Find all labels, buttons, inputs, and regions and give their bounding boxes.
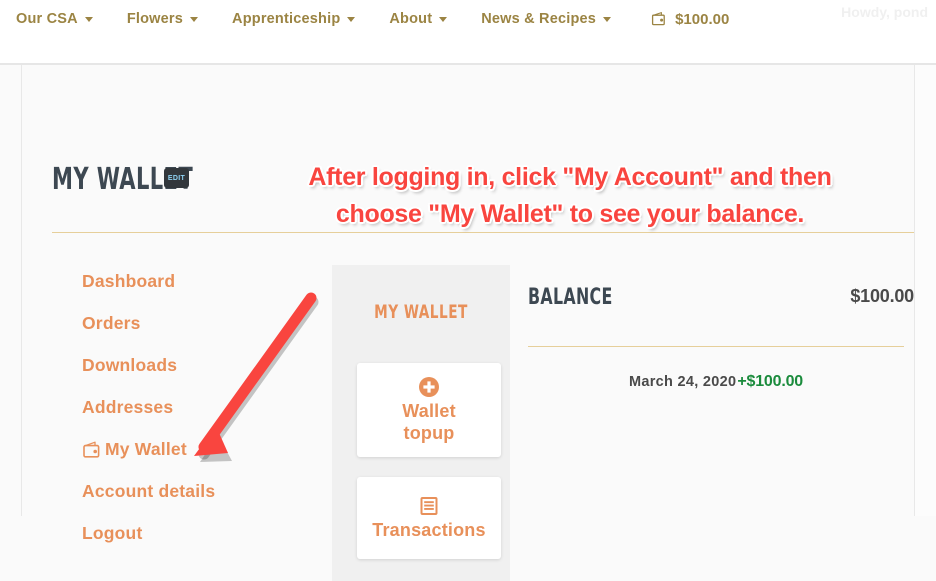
balance-divider xyxy=(528,346,904,347)
primary-nav-list: Our CSA Flowers Apprenticeship About New… xyxy=(16,6,729,32)
wallet-topup-label: Wallet topup xyxy=(402,400,456,444)
chevron-down-icon xyxy=(84,16,93,22)
chevron-down-icon xyxy=(347,16,356,22)
sidebar-item-account-details[interactable]: Account details xyxy=(82,479,312,503)
wallet-topup-card[interactable]: Wallet topup xyxy=(357,363,501,457)
nav-item-apprenticeship[interactable]: Apprenticeship xyxy=(232,11,356,27)
nav-item-label: Our CSA xyxy=(16,11,78,27)
sidebar-item-dashboard[interactable]: Dashboard xyxy=(82,269,312,293)
balance-heading: Balance xyxy=(528,285,613,310)
wallet-icon xyxy=(82,440,104,459)
plus-circle-icon xyxy=(418,376,440,398)
transaction-date: March 24, 2020 xyxy=(629,374,737,390)
nav-item-label: News & Recipes xyxy=(481,11,597,27)
sidebar-item-label: Downloads xyxy=(82,354,178,375)
account-greeting[interactable]: Howdy, pond xyxy=(841,4,928,20)
chevron-down-icon xyxy=(190,16,199,22)
list-icon xyxy=(418,495,440,517)
sidebar-item-label: Logout xyxy=(82,522,143,543)
nav-item-label: Apprenticeship xyxy=(232,11,341,27)
nav-item-label: About xyxy=(389,11,433,27)
nav-item-flowers[interactable]: Flowers xyxy=(126,11,199,27)
wallet-panel-title: My Wallet xyxy=(374,301,468,323)
instruction-annotation: After logging in, click "My Account" and… xyxy=(250,159,890,233)
scrollbar-gutter[interactable] xyxy=(915,65,936,516)
nav-wallet-balance[interactable]: $100.00 xyxy=(651,11,729,28)
wallet-icon xyxy=(651,11,668,27)
nav-item-label: Flowers xyxy=(126,11,184,27)
transaction-row: March 24, 2020 +$100.00 xyxy=(528,373,904,391)
chevron-down-icon xyxy=(603,16,612,22)
title-divider xyxy=(52,232,914,233)
annotation-line-2: choose "My Wallet" to see your balance. xyxy=(335,200,805,228)
nav-item-our-csa[interactable]: Our CSA xyxy=(16,11,93,27)
nav-item-about[interactable]: About xyxy=(389,11,448,27)
content-left-border xyxy=(21,65,22,516)
sidebar-item-label: Dashboard xyxy=(82,270,176,291)
sidebar-item-downloads[interactable]: Downloads xyxy=(82,353,312,377)
transactions-card[interactable]: Transactions xyxy=(357,477,501,559)
sidebar-item-addresses[interactable]: Addresses xyxy=(82,395,312,419)
sidebar-item-my-wallet[interactable]: My Wallet xyxy=(82,437,312,461)
wallet-topup-label-line2: topup xyxy=(403,423,455,443)
page-content: My Wallet EDIT After logging in, click "… xyxy=(0,65,936,581)
sidebar-item-label: Orders xyxy=(82,312,141,333)
transaction-amount: +$100.00 xyxy=(737,373,803,390)
transactions-label: Transactions xyxy=(372,520,486,540)
edit-page-button[interactable]: EDIT xyxy=(164,168,189,188)
top-navigation-bar: Our CSA Flowers Apprenticeship About New… xyxy=(0,0,936,65)
chevron-down-icon xyxy=(439,16,448,22)
sidebar-item-logout[interactable]: Logout xyxy=(82,521,312,545)
nav-wallet-amount: $100.00 xyxy=(675,10,730,28)
account-sidebar-menu: Dashboard Orders Downloads Addresses My … xyxy=(82,269,312,563)
wallet-topup-label-line1: Wallet xyxy=(402,401,456,421)
balance-amount: $100.00 xyxy=(850,286,914,306)
annotation-line-1: After logging in, click "My Account" and… xyxy=(308,163,832,191)
wallet-actions-panel: My Wallet Wallet topup xyxy=(332,265,510,581)
sidebar-item-label: My Wallet xyxy=(105,438,187,459)
sidebar-item-orders[interactable]: Orders xyxy=(82,311,312,335)
nav-item-news-and-recipes[interactable]: News & Recipes xyxy=(481,11,612,27)
sidebar-item-label: Account details xyxy=(82,480,216,501)
sidebar-item-label: Addresses xyxy=(82,396,174,417)
